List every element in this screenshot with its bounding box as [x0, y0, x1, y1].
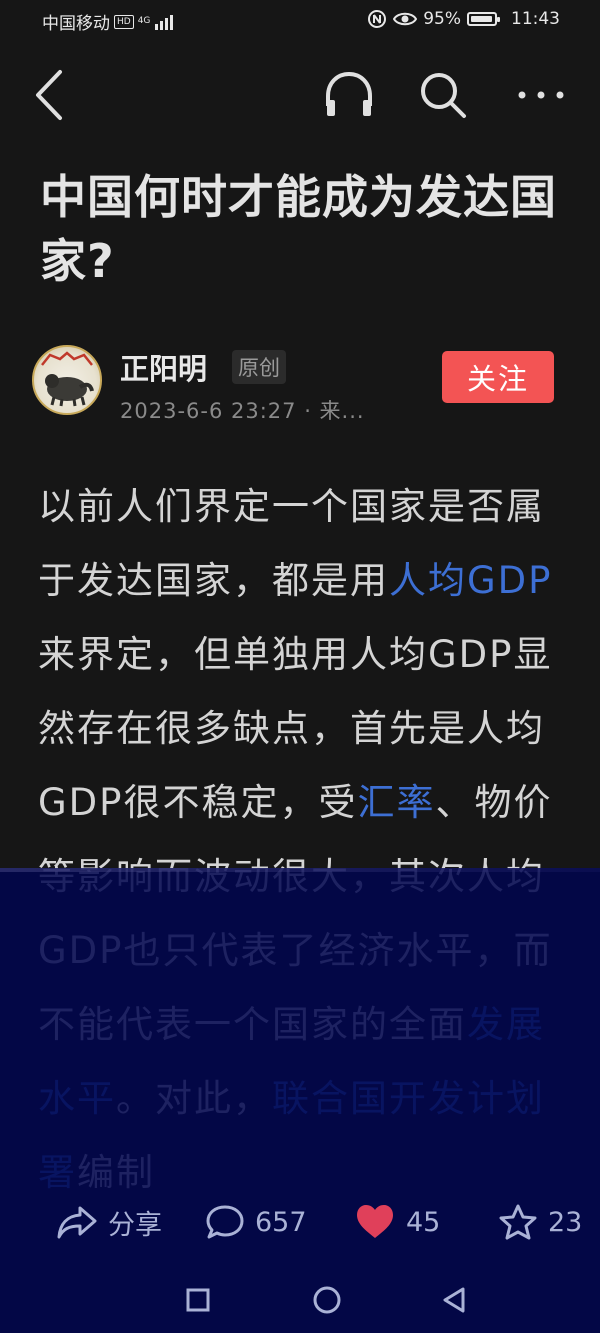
avatar[interactable]	[32, 345, 102, 415]
listen-button[interactable]	[314, 60, 384, 130]
bottom-overlay	[0, 868, 600, 1333]
overlay-edge	[0, 868, 600, 872]
post-meta: 2023-6-6 23:27 · 来...	[120, 399, 365, 423]
clock: 11:43	[511, 9, 560, 29]
top-toolbar	[0, 60, 600, 130]
home-button[interactable]	[305, 1278, 349, 1322]
heart-icon	[357, 1205, 393, 1238]
nav-back-icon	[443, 1287, 465, 1313]
original-badge: 原创	[232, 350, 286, 384]
share-icon	[57, 1206, 97, 1239]
favorite-button[interactable]: 23	[498, 1190, 582, 1254]
search-icon	[421, 73, 466, 118]
comment-count: 657	[255, 1206, 307, 1238]
star-icon	[499, 1204, 537, 1240]
headphones-icon	[326, 71, 372, 116]
status-right: 95% 11:43	[367, 9, 560, 29]
signal-icon	[155, 14, 174, 30]
article-link[interactable]: 汇率	[357, 781, 435, 824]
share-label: 分享	[108, 1209, 162, 1241]
comment-icon	[206, 1205, 244, 1239]
back-button[interactable]	[14, 60, 84, 130]
author-row: 正阳明 原创 2023-6-6 23:27 · 来... 关注	[32, 340, 568, 423]
follow-button[interactable]: 关注	[442, 351, 554, 403]
status-bar: 中国移动 HD 4G 95% 11:43	[0, 0, 600, 40]
author-name[interactable]: 正阳明	[120, 346, 207, 388]
search-button[interactable]	[408, 60, 478, 130]
more-icon	[518, 91, 564, 99]
network-type: 4G	[137, 16, 151, 26]
eye-icon	[393, 12, 418, 26]
like-button[interactable]: 45	[354, 1190, 440, 1254]
favorite-count: 23	[548, 1206, 583, 1238]
system-back-button[interactable]	[432, 1278, 476, 1322]
battery-percent: 95%	[423, 9, 461, 29]
carrier-label: 中国移动	[42, 14, 110, 34]
share-button[interactable]: 分享	[56, 1190, 162, 1254]
battery-icon	[467, 12, 500, 26]
avatar-image	[41, 351, 94, 407]
comment-button[interactable]: 657	[205, 1190, 307, 1254]
article-link[interactable]: 人均GDP	[389, 559, 552, 602]
recents-button[interactable]	[176, 1278, 220, 1322]
action-bar: 分享 657 45 23	[0, 1190, 600, 1254]
status-left: 中国移动 HD 4G	[42, 9, 176, 34]
hd-badge: HD	[114, 14, 134, 29]
nav-square-icon	[186, 1288, 210, 1312]
system-nav-bar	[0, 1270, 600, 1330]
more-button[interactable]	[506, 60, 576, 130]
battery-fill	[471, 16, 492, 22]
nfc-icon	[368, 10, 387, 28]
article-title: 中国何时才能成为发达国家?	[40, 170, 557, 288]
back-icon	[36, 70, 62, 120]
like-count: 45	[406, 1206, 441, 1238]
nav-circle-icon	[313, 1286, 341, 1314]
